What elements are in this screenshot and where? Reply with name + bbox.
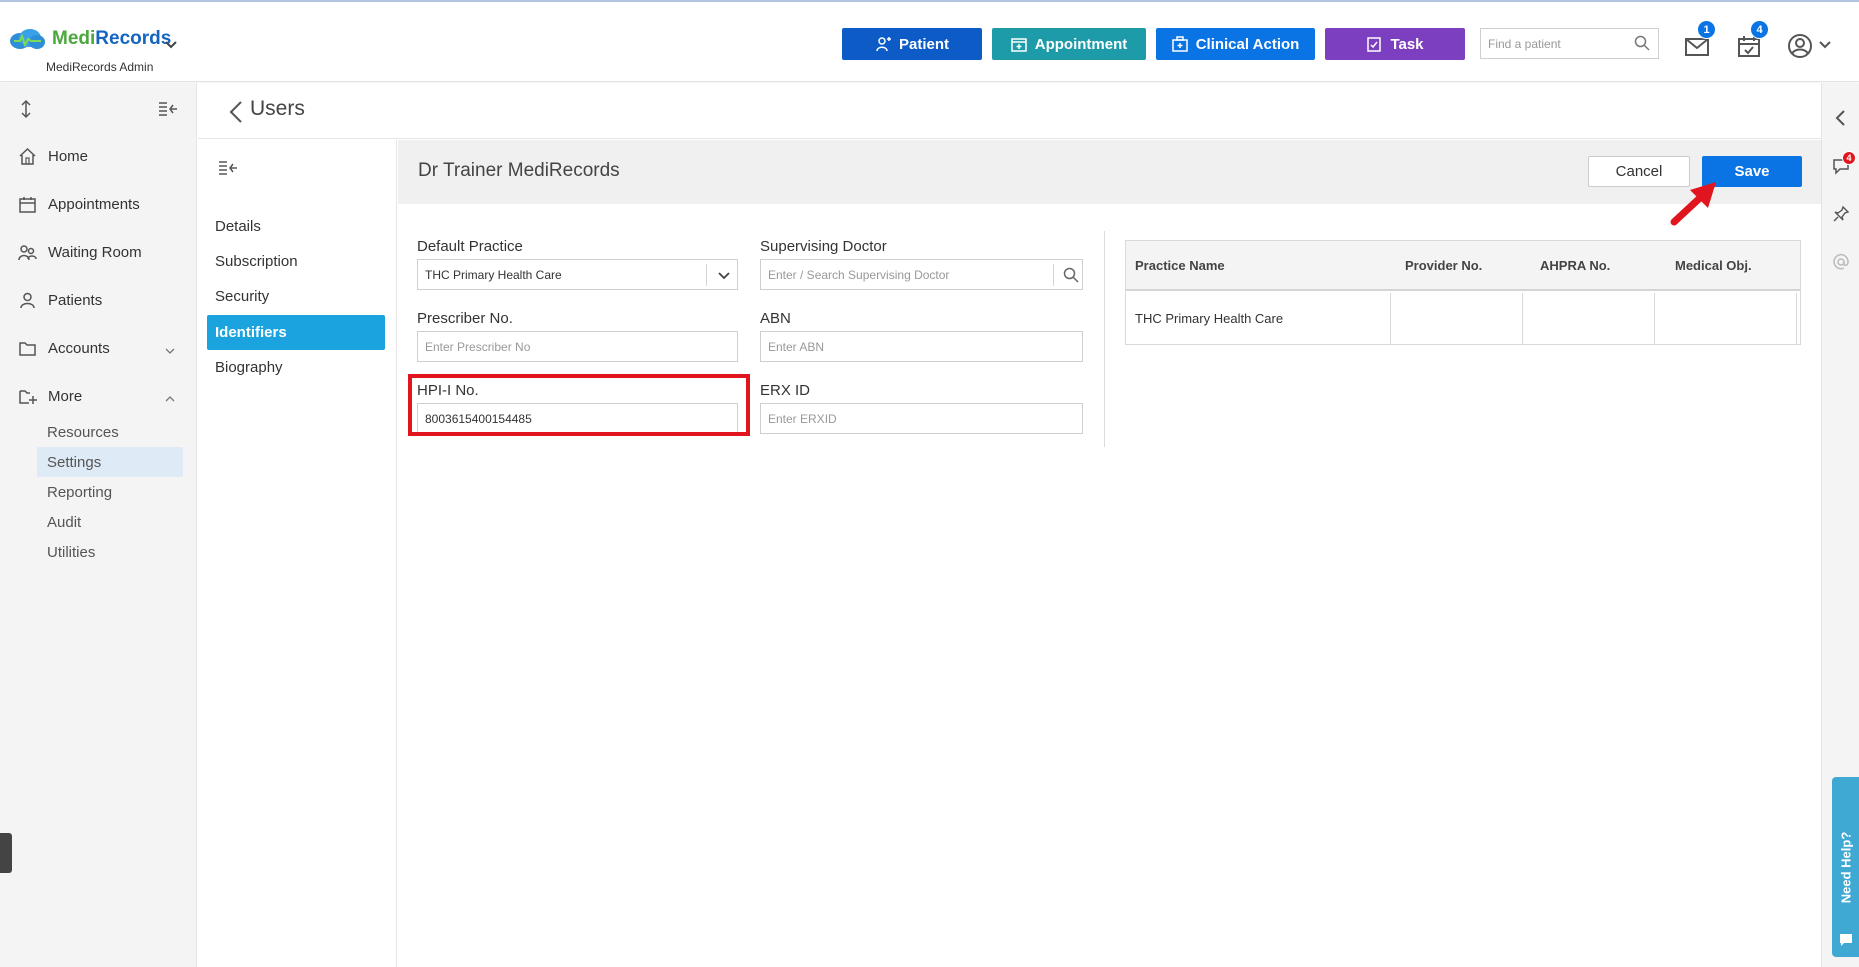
table-row[interactable]: THC Primary Health Care: [1126, 293, 1800, 344]
sidebar-subitem-resources[interactable]: Resources: [37, 417, 183, 447]
app-brand: MediRecords: [52, 28, 172, 49]
sidebar-item-more[interactable]: More: [18, 387, 82, 406]
add-person-icon: [876, 37, 891, 52]
tab-details[interactable]: Details: [207, 209, 385, 244]
supervising-doctor-field[interactable]: [760, 259, 1083, 290]
column-medical-obj[interactable]: Medical Obj.: [1675, 258, 1752, 273]
abn-input[interactable]: [761, 332, 1082, 361]
chevron-down-icon[interactable]: [1818, 38, 1832, 52]
clipboard-check-icon: [1367, 37, 1382, 52]
tab-subscription[interactable]: Subscription: [207, 244, 385, 279]
page-header: Users: [198, 83, 1821, 139]
patient-search-input[interactable]: [1481, 36, 1631, 51]
calendar-badge: 4: [1750, 20, 1769, 39]
default-practice-value[interactable]: [418, 260, 737, 289]
collapse-sidebar-icon[interactable]: [158, 101, 178, 117]
cell-provider-no[interactable]: [1391, 293, 1523, 344]
main-sidebar: Home Appointments Waiting Room Patients …: [0, 83, 197, 967]
cell-practice-name: THC Primary Health Care: [1126, 293, 1391, 344]
back-arrow-icon[interactable]: [228, 99, 244, 125]
column-provider-no[interactable]: Provider No.: [1405, 258, 1482, 273]
column-practice-name[interactable]: Practice Name: [1135, 258, 1225, 273]
patient-search[interactable]: [1480, 28, 1659, 59]
default-practice-label: Default Practice: [417, 238, 523, 255]
user-tabs-panel: Details Subscription Security Identifier…: [198, 140, 397, 967]
form-header: Dr Trainer MediRecords Cancel Save: [398, 140, 1821, 204]
collapse-tabs-icon[interactable]: [218, 160, 238, 178]
home-icon: [19, 147, 36, 165]
app-logo[interactable]: MediRecords: [8, 28, 171, 50]
supervising-doctor-label: Supervising Doctor: [760, 238, 887, 255]
medical-kit-icon: [1171, 36, 1188, 52]
highlight-annotation-box: [408, 374, 750, 436]
sidebar-item-appointments[interactable]: Appointments: [18, 195, 140, 214]
top-bar: MediRecords MediRecords Admin Patient Ap…: [0, 0, 1859, 82]
identifiers-form: Dr Trainer MediRecords Cancel Save Defau…: [398, 140, 1821, 967]
task-button[interactable]: Task: [1325, 28, 1465, 60]
input-divider: [1053, 264, 1054, 286]
sidebar-subitem-utilities[interactable]: Utilities: [37, 537, 183, 567]
sidebar-item-home[interactable]: Home: [18, 147, 88, 166]
appointment-button[interactable]: Appointment: [992, 28, 1146, 60]
column-ahpra-no[interactable]: AHPRA No.: [1540, 258, 1610, 273]
calendar-add-icon: [1011, 38, 1027, 52]
sidebar-item-accounts[interactable]: Accounts: [18, 339, 110, 358]
supervising-doctor-input[interactable]: [761, 260, 1082, 289]
chevron-down-icon[interactable]: [716, 267, 732, 283]
search-icon[interactable]: [1634, 35, 1650, 51]
prescriber-no-field[interactable]: [417, 331, 738, 362]
tab-identifiers[interactable]: Identifiers: [207, 315, 385, 350]
abn-label: ABN: [760, 310, 791, 327]
folder-icon: [19, 342, 36, 356]
right-rail: 4 Need Help?: [1821, 83, 1859, 967]
prescriber-no-label: Prescriber No.: [417, 310, 513, 327]
chevron-left-icon[interactable]: [1832, 109, 1850, 127]
user-name-title: Dr Trainer MediRecords: [418, 160, 620, 181]
need-help-tab[interactable]: Need Help?: [1832, 777, 1859, 957]
user-avatar-icon[interactable]: [1786, 32, 1814, 60]
chevron-down-icon[interactable]: [164, 345, 176, 357]
cell-medical-obj[interactable]: [1655, 293, 1797, 344]
need-help-label: Need Help?: [1838, 831, 1854, 903]
select-divider: [706, 264, 707, 286]
at-sign-icon[interactable]: [1832, 253, 1850, 271]
default-practice-select[interactable]: [417, 259, 738, 290]
resize-vertical-icon[interactable]: [18, 99, 34, 119]
page-title: Users: [250, 97, 305, 120]
sidebar-subitem-settings[interactable]: Settings: [37, 447, 183, 477]
person-icon: [20, 292, 35, 309]
notification-badge: 4: [1842, 151, 1856, 165]
sidebar-subitem-reporting[interactable]: Reporting: [37, 477, 183, 507]
search-icon[interactable]: [1063, 267, 1079, 283]
people-icon: [18, 245, 37, 261]
cloud-logo-icon: [10, 29, 45, 49]
sidebar-item-patients[interactable]: Patients: [18, 291, 102, 310]
patient-button[interactable]: Patient: [842, 28, 982, 60]
tab-biography[interactable]: Biography: [207, 350, 385, 385]
form-divider: [1104, 231, 1105, 447]
left-edge-tab[interactable]: [0, 833, 12, 873]
table-header: Practice Name Provider No. AHPRA No. Med…: [1126, 241, 1800, 291]
pin-icon[interactable]: [1832, 205, 1850, 223]
red-arrow-annotation: [1670, 182, 1716, 226]
mail-badge: 1: [1697, 20, 1716, 39]
sidebar-subitem-audit[interactable]: Audit: [37, 507, 183, 537]
calendar-icon: [19, 197, 36, 213]
tab-security[interactable]: Security: [207, 279, 385, 314]
practice-table: Practice Name Provider No. AHPRA No. Med…: [1125, 240, 1801, 345]
prescriber-no-input[interactable]: [418, 332, 737, 361]
cell-ahpra-no[interactable]: [1523, 293, 1655, 344]
clinical-action-button[interactable]: Clinical Action: [1156, 28, 1315, 60]
chevron-up-icon[interactable]: [164, 393, 176, 405]
erx-id-label: ERX ID: [760, 382, 811, 399]
chevron-down-icon[interactable]: [164, 38, 178, 52]
erx-id-input[interactable]: [761, 404, 1082, 433]
folder-add-icon: [19, 390, 37, 404]
chat-icon: [1840, 934, 1852, 946]
abn-field[interactable]: [760, 331, 1083, 362]
erx-id-field[interactable]: [760, 403, 1083, 434]
app-subtitle: MediRecords Admin: [46, 60, 154, 74]
sidebar-item-waiting-room[interactable]: Waiting Room: [18, 243, 142, 262]
